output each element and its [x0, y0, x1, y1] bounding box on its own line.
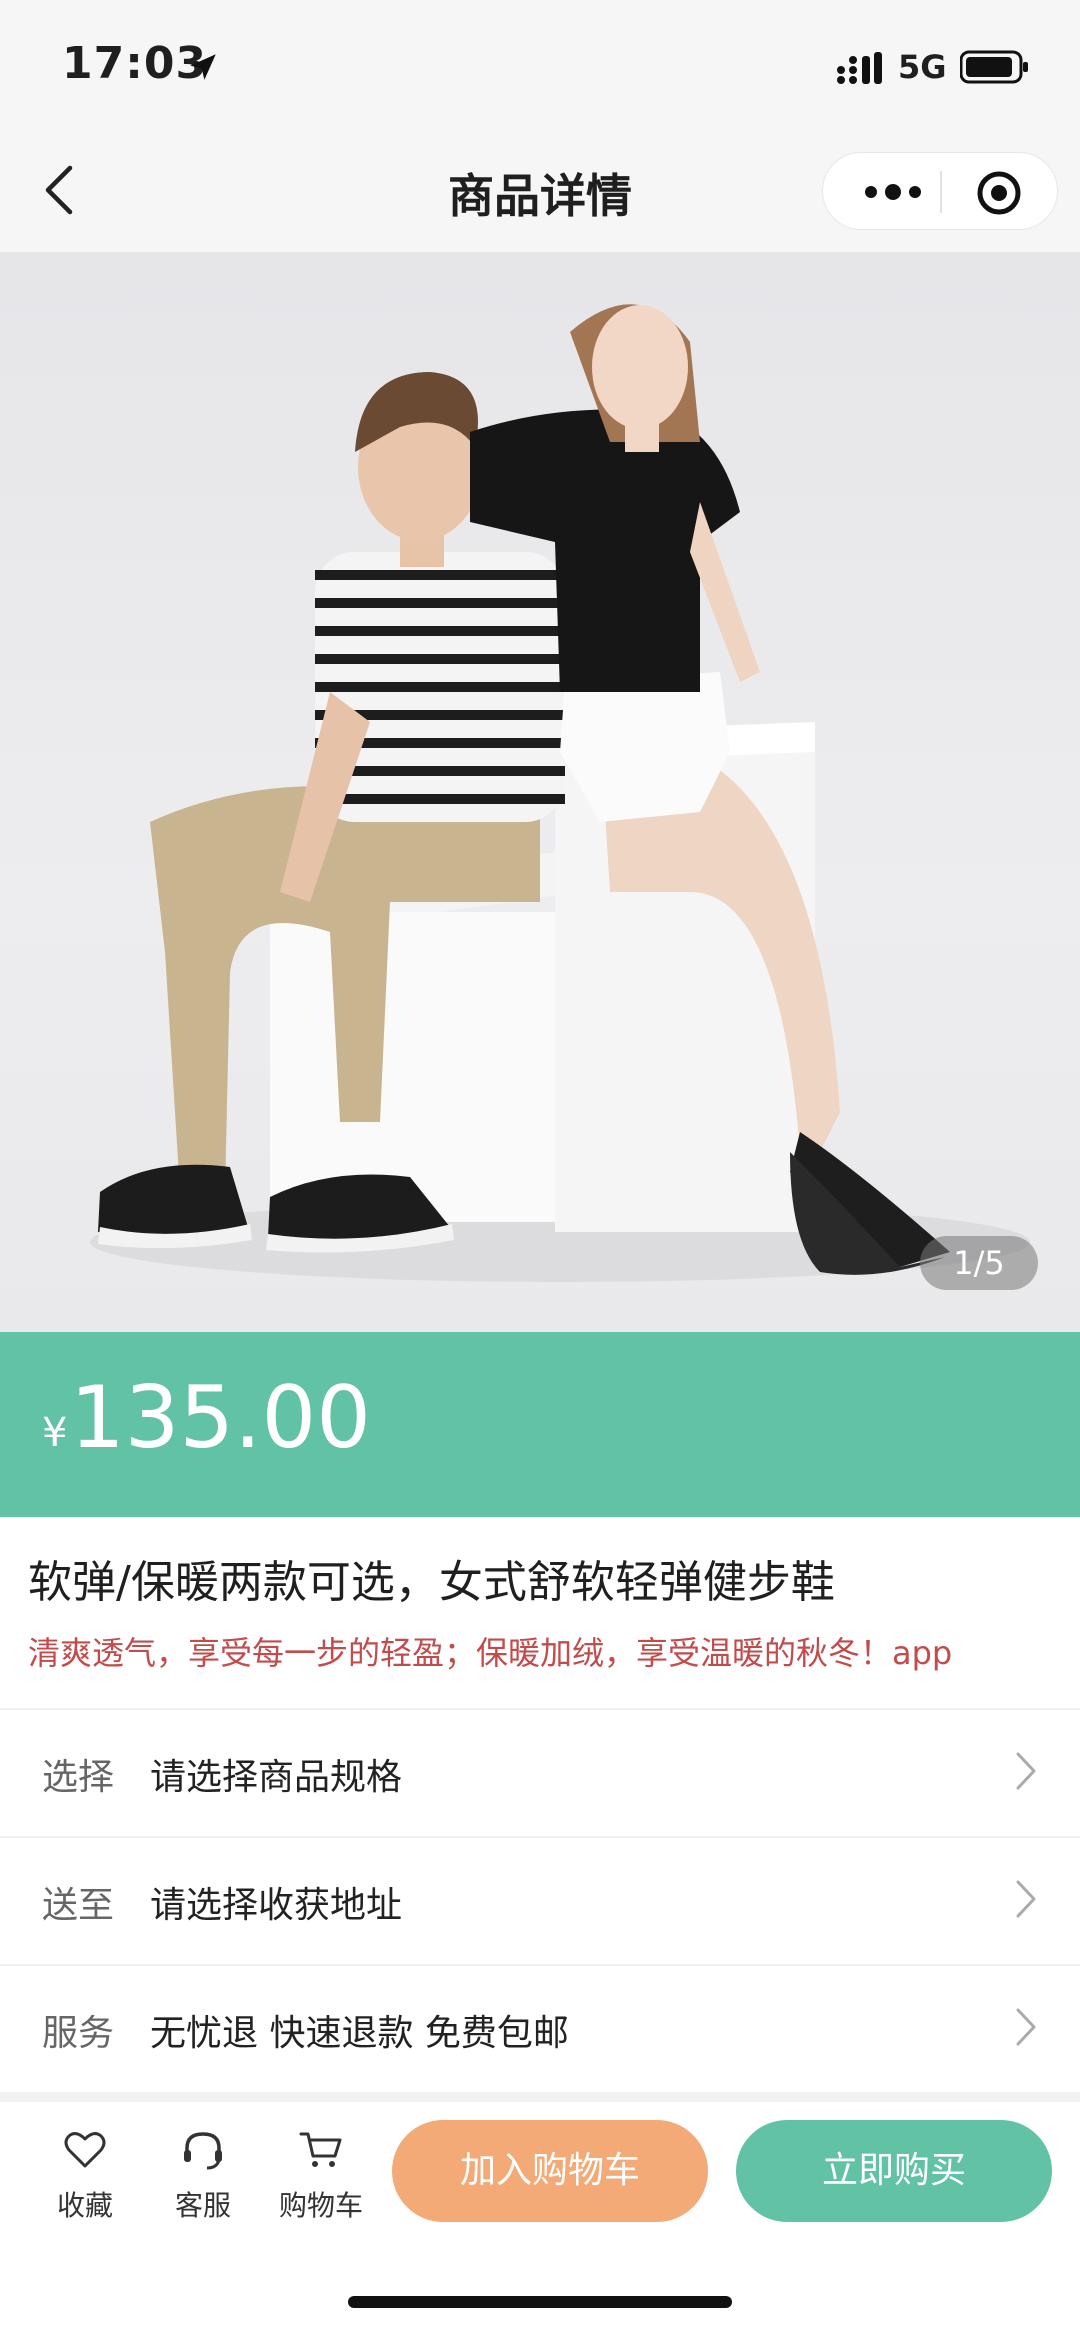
more-icon[interactable]	[863, 177, 923, 207]
option-label: 服务	[42, 2013, 115, 2054]
heart-icon	[64, 2132, 106, 2168]
product-subtitle: 清爽透气，享受每一步的轻盈；保暖加绒，享受温暖的秋冬！app	[28, 1634, 953, 1672]
customer-service-label: 客服	[174, 2189, 231, 2222]
chevron-right-icon	[1016, 1880, 1036, 1918]
product-image-carousel[interactable]	[0, 252, 1080, 1332]
favorite-label: 收藏	[56, 2189, 113, 2222]
option-value: 请选择商品规格	[150, 1757, 403, 1798]
option-row-address[interactable]: 送至 请选择收获地址	[0, 1838, 1080, 1964]
buy-now-button[interactable]: 立即购买	[736, 2120, 1052, 2222]
battery-icon	[960, 50, 1028, 84]
currency-symbol: ¥	[42, 1410, 68, 1456]
product-photo	[90, 304, 1030, 1282]
option-value: 请选择收获地址	[150, 1885, 403, 1926]
section-gap	[0, 2092, 1080, 2102]
status-bar: 17:03 5G	[0, 0, 1080, 130]
nav-bar: 商品详情	[0, 130, 1080, 252]
gallery-page-indicator: 1/5	[920, 1236, 1038, 1290]
option-value: 无忧退 快速退款 免费包邮	[150, 2013, 569, 2054]
capsule-divider	[940, 171, 942, 213]
cart-icon	[299, 2132, 342, 2167]
network-type: 5G	[898, 48, 947, 86]
option-row-spec[interactable]: 选择 请选择商品规格	[0, 1710, 1080, 1836]
headset-icon	[184, 2132, 222, 2170]
chevron-right-icon	[1016, 2008, 1036, 2046]
signal-icon	[837, 52, 882, 84]
cart-label: 购物车	[278, 2189, 363, 2222]
product-title: 软弹/保暖两款可选，女式舒软轻弹健步鞋	[28, 1557, 835, 1608]
cart-button[interactable]: 购物车	[266, 2126, 376, 2236]
option-row-service[interactable]: 服务 无忧退 快速退款 免费包邮	[0, 1966, 1080, 2092]
miniprogram-capsule	[822, 152, 1058, 230]
price-amount: 135.00	[70, 1368, 371, 1468]
option-label: 选择	[42, 1757, 115, 1798]
home-indicator	[348, 2296, 732, 2308]
location-arrow-icon	[190, 54, 216, 80]
add-to-cart-button[interactable]: 加入购物车	[392, 2120, 708, 2222]
price-band: ¥ 135.00	[0, 1332, 1080, 1517]
close-miniprogram-icon[interactable]	[975, 169, 1023, 217]
favorite-button[interactable]: 收藏	[30, 2126, 140, 2236]
option-label: 送至	[42, 1885, 115, 1926]
chevron-right-icon	[1016, 1752, 1036, 1790]
customer-service-button[interactable]: 客服	[148, 2126, 258, 2236]
